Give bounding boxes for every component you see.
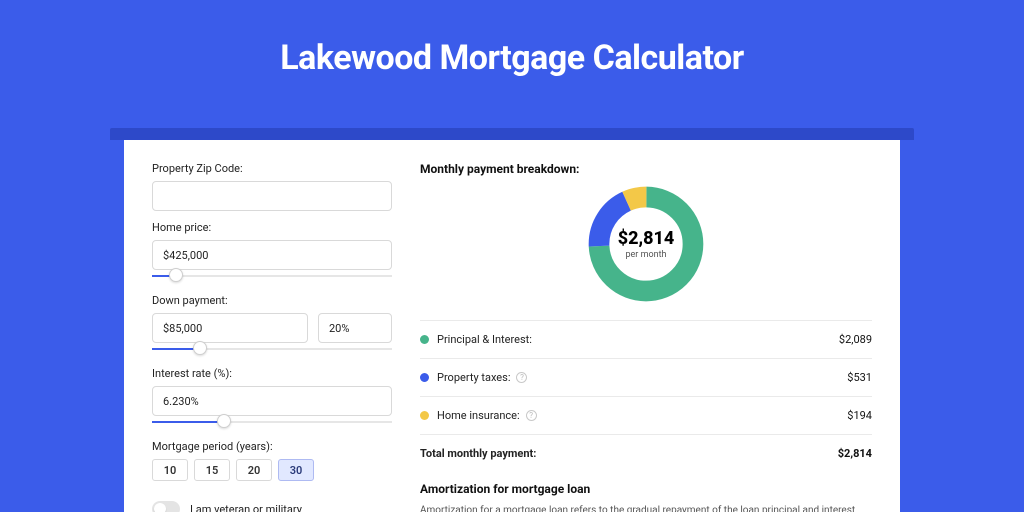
legend-dot [420, 373, 429, 382]
period-option-20[interactable]: 20 [236, 459, 272, 481]
mortgage-period-label: Mortgage period (years): [152, 440, 392, 453]
breakdown-column: Monthly payment breakdown: $2,814 per mo… [420, 162, 872, 512]
breakdown-value: $194 [847, 409, 872, 422]
calculator-panel: Property Zip Code: Home price: Down paym… [124, 140, 900, 512]
period-option-10[interactable]: 10 [152, 459, 188, 481]
veteran-toggle[interactable] [152, 501, 180, 512]
breakdown-header: Monthly payment breakdown: [420, 162, 872, 176]
breakdown-name: Property taxes: [437, 371, 510, 384]
info-icon[interactable]: ? [526, 410, 537, 421]
legend-dot [420, 335, 429, 344]
donut-sub: per month [625, 250, 666, 260]
total-value: $2,814 [838, 447, 872, 460]
interest-rate-slider[interactable] [152, 414, 392, 430]
donut-chart: $2,814 per month [584, 182, 708, 306]
breakdown-row: Property taxes:? $531 [420, 363, 872, 392]
home-price-label: Home price: [152, 221, 392, 234]
interest-rate-input[interactable] [152, 386, 392, 416]
total-label: Total monthly payment: [420, 447, 536, 460]
home-price-input[interactable] [152, 240, 392, 270]
breakdown-name: Principal & Interest: [437, 333, 532, 346]
down-payment-label: Down payment: [152, 294, 392, 307]
zip-input[interactable] [152, 181, 392, 211]
period-option-30[interactable]: 30 [278, 459, 314, 481]
donut-amount: $2,814 [618, 228, 675, 249]
period-option-15[interactable]: 15 [194, 459, 230, 481]
zip-label: Property Zip Code: [152, 162, 392, 175]
amortization-title: Amortization for mortgage loan [420, 482, 872, 496]
legend-dot [420, 411, 429, 420]
home-price-slider[interactable] [152, 268, 392, 284]
mortgage-period-group: 10 15 20 30 [152, 459, 392, 481]
interest-rate-label: Interest rate (%): [152, 367, 392, 380]
page-title: Lakewood Mortgage Calculator [0, 38, 1024, 78]
veteran-label: I am veteran or military [190, 503, 302, 512]
breakdown-row: Principal & Interest: $2,089 [420, 325, 872, 354]
breakdown-row: Home insurance:? $194 [420, 401, 872, 430]
panel-accent [110, 128, 914, 140]
down-payment-input[interactable] [152, 313, 308, 343]
down-payment-pct-input[interactable] [318, 313, 392, 343]
info-icon[interactable]: ? [516, 372, 527, 383]
breakdown-value: $531 [847, 371, 872, 384]
inputs-column: Property Zip Code: Home price: Down paym… [152, 162, 392, 512]
breakdown-value: $2,089 [839, 333, 872, 346]
down-payment-slider[interactable] [152, 341, 392, 357]
breakdown-name: Home insurance: [437, 409, 520, 422]
amortization-text: Amortization for a mortgage loan refers … [420, 504, 872, 512]
